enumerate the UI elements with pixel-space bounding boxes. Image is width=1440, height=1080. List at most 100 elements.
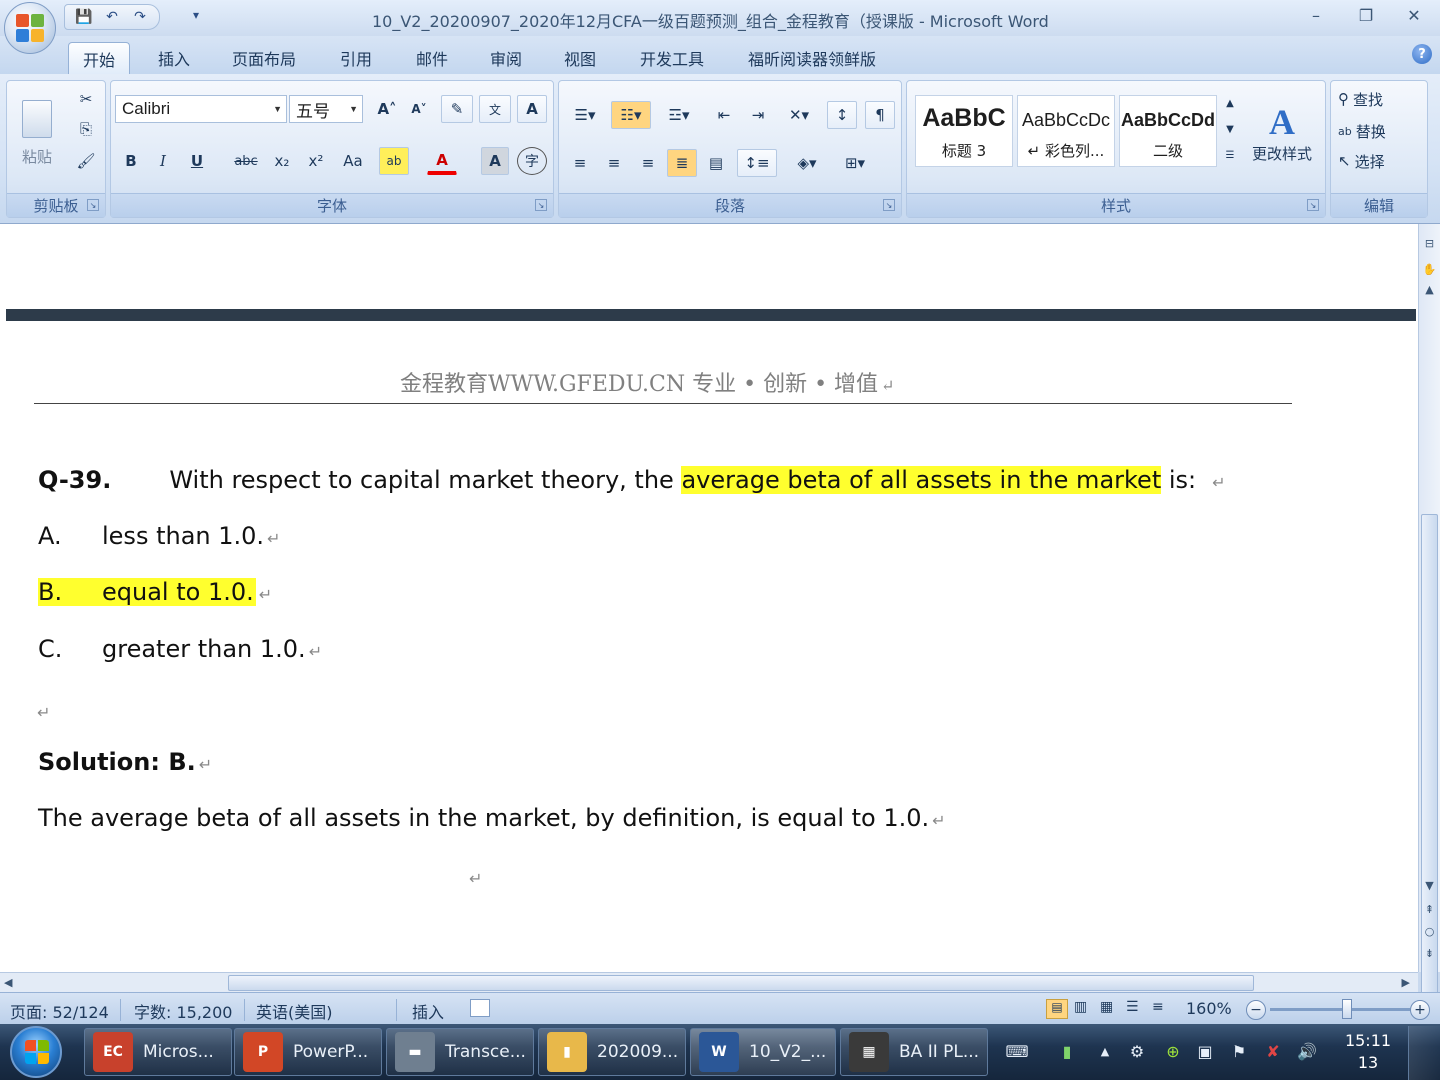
line-spacing-icon[interactable]: ↕≡ [737, 149, 777, 177]
clipboard-launcher-icon[interactable]: ↘ [87, 199, 99, 211]
tab-mailings[interactable]: 邮件 [402, 42, 462, 74]
style-colored-list[interactable]: AaBbCcDc ↵ 彩色列... [1017, 95, 1115, 167]
sort-icon[interactable]: ↕ [827, 101, 857, 129]
tab-review[interactable]: 审阅 [476, 42, 536, 74]
char-shading-button[interactable]: A [481, 147, 509, 175]
taskbar-item-calculator[interactable]: ▦ BA II PL... [840, 1028, 988, 1076]
office-button[interactable] [4, 2, 56, 54]
italic-button[interactable]: I [149, 147, 177, 175]
draft-icon[interactable]: ≡ [1152, 999, 1164, 1015]
page-count[interactable]: 页面: 52/124 [10, 999, 109, 1023]
plus-circle-icon[interactable]: ⊕ [1162, 1040, 1184, 1062]
maximize-button[interactable]: ❐ [1346, 4, 1386, 26]
show-desktop-button[interactable] [1408, 1026, 1440, 1080]
close-button[interactable]: ✕ [1394, 4, 1434, 26]
customize-qat-icon[interactable]: ▾ [193, 8, 199, 22]
align-right-icon[interactable]: ≡ [633, 149, 663, 177]
insert-mode[interactable]: 插入 [412, 999, 444, 1023]
font-launcher-icon[interactable]: ↘ [535, 199, 547, 211]
clear-format-icon[interactable]: ✎ [441, 95, 473, 123]
taskbar-item-word[interactable]: W 10_V2_... [690, 1028, 836, 1076]
clipboard-tray-icon[interactable]: ▣ [1194, 1040, 1216, 1062]
show-marks-icon[interactable]: ¶ [865, 101, 895, 129]
web-layout-icon[interactable]: ▦ [1100, 999, 1113, 1015]
style-heading-3[interactable]: AaBbC 标题 3 [915, 95, 1013, 167]
empty-paragraph[interactable]: ↵ [34, 696, 50, 724]
option-b[interactable]: B. equal to 1.0. ↵ [38, 578, 272, 606]
format-painter-icon[interactable]: 🖌 [73, 147, 99, 175]
tab-insert[interactable]: 插入 [144, 42, 204, 74]
change-case-button[interactable]: Aa [335, 147, 371, 175]
decrease-indent-icon[interactable]: ⇤ [709, 101, 739, 129]
zoom-out-icon[interactable]: − [1246, 1000, 1266, 1020]
explanation-paragraph[interactable]: The average beta of all assets in the ma… [38, 804, 946, 832]
styles-launcher-icon[interactable]: ↘ [1307, 199, 1319, 211]
previous-page-icon[interactable]: ⇞ [1421, 900, 1438, 918]
align-left-icon[interactable]: ≡ [565, 149, 595, 177]
change-styles-button[interactable]: A 更改样式 [1243, 87, 1321, 177]
underline-button[interactable]: U [183, 147, 211, 175]
font-color-button[interactable]: A [427, 147, 457, 175]
minimize-button[interactable]: – [1296, 4, 1336, 26]
empty-paragraph[interactable]: ↵ [466, 862, 482, 890]
numbering-icon[interactable]: ☷▾ [611, 101, 651, 129]
zoom-slider[interactable] [1270, 1008, 1410, 1011]
style-level-2[interactable]: AaBbCcDd 二级 [1119, 95, 1217, 167]
volume-icon[interactable]: 🔊 [1296, 1040, 1318, 1062]
outline-icon[interactable]: ☰ [1126, 999, 1139, 1015]
vertical-scrollbar[interactable]: ⊟ ✋ ▲ ▼ ⇞ ○ ⇟ [1418, 224, 1440, 1080]
tab-view[interactable]: 视图 [550, 42, 610, 74]
start-button[interactable] [10, 1026, 62, 1078]
tab-home[interactable]: 开始 [68, 42, 131, 74]
solution-heading[interactable]: Solution: B. ↵ [38, 748, 212, 776]
print-layout-icon[interactable]: ▤ [1046, 999, 1068, 1019]
option-c[interactable]: C. greater than 1.0. ↵ [38, 635, 322, 663]
undo-icon[interactable]: ↶ [101, 7, 123, 27]
taskbar-item-transcend[interactable]: ▬ Transce... [386, 1028, 534, 1076]
network-error-icon[interactable]: ✘ [1262, 1040, 1284, 1062]
word-count[interactable]: 字数: 15,200 [134, 999, 232, 1023]
help-icon[interactable]: ? [1412, 44, 1432, 64]
font-size-combo[interactable]: 五号 ▼ [289, 95, 363, 123]
tab-developer[interactable]: 开发工具 [626, 42, 718, 74]
styles-scroll-down-icon[interactable]: ▼ [1221, 117, 1239, 141]
distributed-icon[interactable]: ▤ [701, 149, 731, 177]
shrink-font-button[interactable]: A˅ [405, 95, 433, 123]
scroll-down-icon[interactable]: ▼ [1421, 876, 1438, 894]
language-indicator[interactable]: 英语(美国) [256, 999, 333, 1023]
ruler-toggle-icon[interactable]: ⊟ [1421, 234, 1438, 252]
flag-icon[interactable]: ⚑ [1228, 1040, 1250, 1062]
scroll-right-icon[interactable]: ▶ [1402, 976, 1410, 989]
tab-page-layout[interactable]: 页面布局 [218, 42, 310, 74]
hand-icon[interactable]: ✋ [1421, 260, 1438, 278]
cut-icon[interactable]: ✂ [73, 85, 99, 113]
paragraph-launcher-icon[interactable]: ↘ [883, 199, 895, 211]
zoom-in-icon[interactable]: + [1410, 1000, 1430, 1020]
tab-foxit-reader[interactable]: 福昕阅读器领鲜版 [734, 42, 890, 74]
align-center-icon[interactable]: ≡ [599, 149, 629, 177]
keyboard-icon[interactable]: ⌨ [1005, 1040, 1028, 1062]
clock[interactable]: 15:11 13 [1340, 1030, 1396, 1074]
enclose-chars-button[interactable]: 字 [517, 147, 547, 175]
replace-button[interactable]: ab 替换 [1337, 117, 1421, 145]
find-button[interactable]: ⚲ 查找 [1337, 85, 1421, 113]
bullets-icon[interactable]: ☰▾ [565, 101, 605, 129]
select-button[interactable]: ↖ 选择 [1337, 147, 1421, 175]
next-page-icon[interactable]: ⇟ [1421, 944, 1438, 962]
horizontal-scroll-thumb[interactable] [228, 975, 1254, 991]
macro-record-icon[interactable] [470, 999, 490, 1017]
copy-icon[interactable]: ⎘ [73, 115, 99, 143]
tray-expand-icon[interactable]: ▲ [1094, 1040, 1116, 1062]
usb-drive-icon[interactable]: ▮ [1056, 1040, 1078, 1062]
paste-button[interactable]: 粘贴 [15, 89, 59, 177]
styles-more-icon[interactable]: ☰ [1221, 143, 1239, 167]
phonetic-guide-icon[interactable]: 文 [479, 95, 511, 123]
subscript-button[interactable]: x₂ [267, 147, 297, 175]
borders-icon[interactable]: ⊞▾ [835, 149, 875, 177]
horizontal-scrollbar[interactable]: ◀ ▶ [0, 972, 1418, 992]
strikethrough-button[interactable]: abc [229, 147, 263, 175]
bold-button[interactable]: B [117, 147, 145, 175]
zoom-level[interactable]: 160% [1186, 999, 1232, 1018]
scroll-up-icon[interactable]: ▲ [1421, 280, 1438, 298]
font-name-combo[interactable]: Calibri ▼ [115, 95, 287, 123]
